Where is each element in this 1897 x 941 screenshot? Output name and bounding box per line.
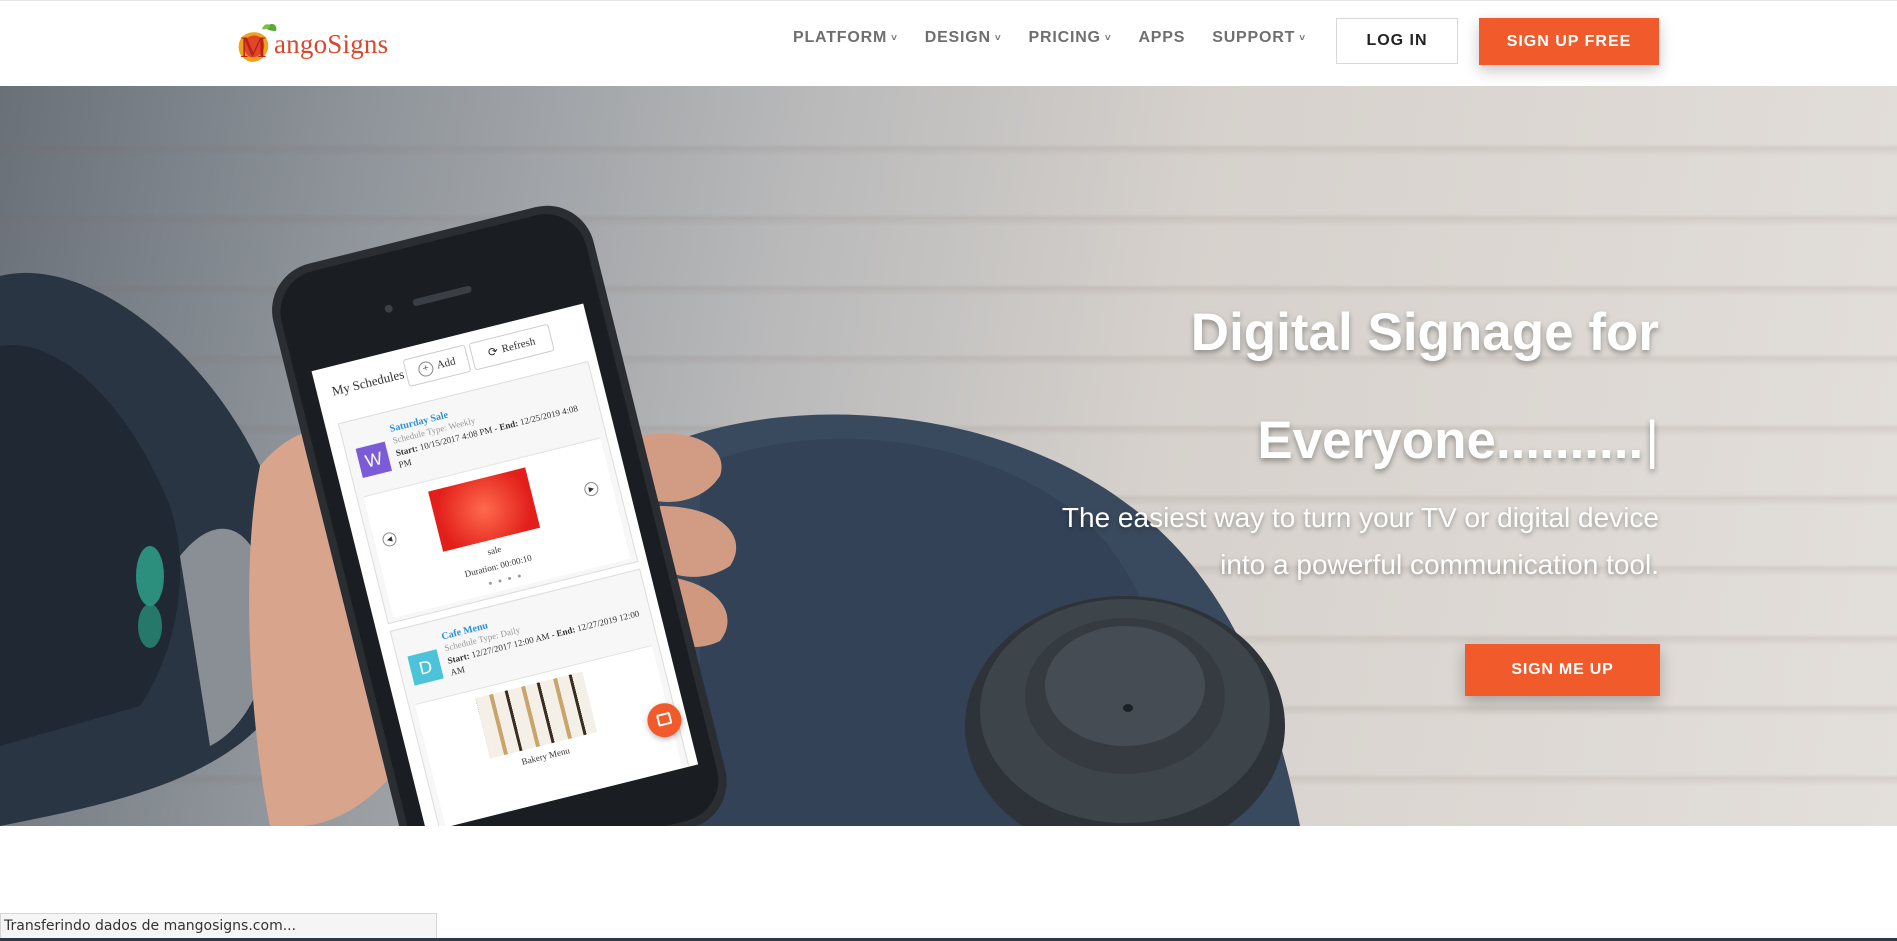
plus-circle-icon: +	[416, 359, 435, 378]
nav-item-support[interactable]: SUPPORT ˅	[1212, 29, 1306, 47]
logo-initial: M	[240, 31, 267, 64]
start-label: Start:	[394, 442, 419, 459]
end-label: End:	[555, 624, 577, 639]
nav-item-platform[interactable]: PLATFORM ˅	[793, 29, 898, 47]
sign-me-up-button[interactable]: SIGN ME UP	[1465, 644, 1660, 696]
carousel-dots: ● ● ● ●	[487, 571, 525, 588]
mangosigns-logo[interactable]: M angoSigns	[236, 19, 406, 69]
logo-wordmark: angoSigns	[274, 28, 389, 59]
nav-label: APPS	[1138, 29, 1186, 46]
schedule-badge: W	[355, 441, 392, 478]
login-button[interactable]: LOG IN	[1336, 18, 1458, 64]
nav-item-apps[interactable]: APPS	[1138, 29, 1185, 47]
chevron-down-icon: ˅	[891, 32, 898, 44]
hero-title-line1: Digital Signage for	[1190, 303, 1659, 362]
mango-logo-icon: M	[238, 24, 277, 64]
status-text: Transferindo dados de mangosigns.com...	[4, 918, 297, 934]
hero-title-line2-wrap: Everyone..........|	[1191, 387, 1659, 495]
nav-item-pricing[interactable]: PRICING ˅	[1029, 29, 1112, 47]
schedule-badge: D	[407, 649, 444, 686]
chevron-down-icon: ˅	[1299, 32, 1306, 44]
hero-subtitle: The easiest way to turn your TV or digit…	[1061, 502, 1659, 580]
chevron-down-icon: ˅	[994, 32, 1002, 44]
carousel-next-icon[interactable]: ▶	[582, 480, 600, 498]
hero-title: Digital Signage for Everyone..........|	[1191, 279, 1659, 495]
start-label: Start:	[446, 650, 471, 666]
refresh-icon: ⟳	[486, 343, 500, 360]
carousel-prev-icon[interactable]: ◀	[381, 530, 399, 548]
chevron-down-icon: ˅	[1104, 32, 1112, 44]
nav-label: PLATFORM	[793, 29, 888, 46]
hero-title-line2: Everyone..........	[1257, 411, 1644, 470]
typing-cursor: |	[1645, 411, 1659, 470]
nav-label: PRICING	[1028, 29, 1101, 46]
nav-item-design[interactable]: DESIGN ˅	[925, 29, 1002, 47]
nav-label: DESIGN	[924, 29, 991, 46]
hero-section: My Schedules + Add ⟳ Refresh W Saturday …	[0, 86, 1897, 826]
nav-label: SUPPORT	[1212, 29, 1296, 46]
signup-free-button[interactable]: SIGN UP FREE	[1479, 18, 1659, 65]
main-nav: PLATFORM ˅ DESIGN ˅ PRICING ˅ APPS SUPPO…	[793, 29, 1333, 47]
site-header: M angoSigns PLATFORM ˅ DESIGN ˅ PRICING …	[0, 0, 1897, 86]
refresh-button[interactable]: ⟳ Refresh	[468, 323, 555, 371]
refresh-label: Refresh	[500, 335, 537, 356]
add-schedule-button[interactable]: + Add	[402, 344, 472, 388]
screen-title: My Schedules	[330, 366, 406, 399]
end-label: End:	[498, 417, 520, 433]
browser-status-bar: Transferindo dados de mangosigns.com...	[0, 913, 437, 939]
add-label: Add	[435, 355, 457, 372]
